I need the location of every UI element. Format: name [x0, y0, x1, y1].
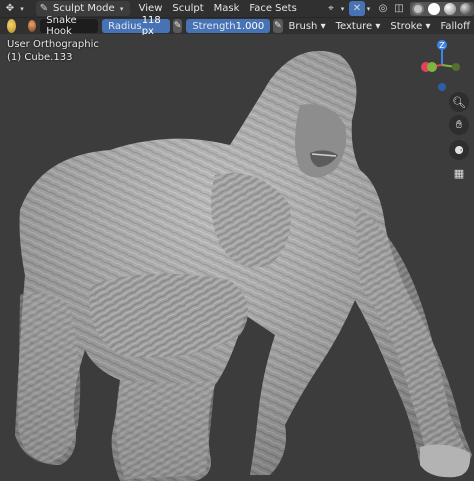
- radius-slider[interactable]: Radius 118 px: [102, 15, 170, 37]
- wireframe-shading-icon[interactable]: [412, 2, 424, 15]
- chevron-down-icon: ▾: [119, 4, 124, 13]
- strength-label: Strength: [192, 20, 236, 32]
- radius-label: Radius: [108, 20, 142, 32]
- strength-slider[interactable]: Strength 1.000: [186, 19, 271, 33]
- gizmo-neg-y-ball[interactable]: [427, 62, 437, 72]
- grid-toggle-icon[interactable]: ▦: [449, 163, 469, 183]
- gizmo-z-label: Z: [439, 41, 445, 50]
- camera-icon[interactable]: ⚈: [449, 140, 469, 160]
- mode-selector[interactable]: ✎ Sculpt Mode ▾: [36, 1, 130, 16]
- rendered-shading-icon[interactable]: [460, 2, 472, 15]
- navigation-gizmo[interactable]: Z: [414, 37, 470, 93]
- menu-mask[interactable]: Mask: [209, 3, 245, 14]
- object-interaction-icon[interactable]: ⌖: [323, 1, 339, 16]
- 3d-viewport[interactable]: User Orthographic (1) Cube.133 Z 🔍︎ ✋︎ ⚈…: [0, 35, 474, 481]
- gizmo-y-ball[interactable]: [452, 63, 460, 71]
- pen-pressure-icon[interactable]: ✎: [273, 19, 283, 33]
- brush-menu[interactable]: Brush ▾: [283, 21, 330, 32]
- material-shading-icon[interactable]: [444, 2, 456, 15]
- menu-view[interactable]: View: [134, 3, 168, 14]
- pan-hand-icon[interactable]: ✋︎: [449, 115, 469, 135]
- active-tool-icon[interactable]: [7, 19, 17, 33]
- shading-modes: [410, 1, 474, 16]
- overlay-icon[interactable]: ◎: [375, 1, 391, 16]
- chevron-down-icon[interactable]: ▾: [365, 1, 372, 16]
- texture-menu-label: Texture: [335, 20, 373, 32]
- editor-type-icon[interactable]: ✥: [2, 1, 18, 16]
- solid-shading-icon[interactable]: [428, 2, 440, 15]
- zoom-icon[interactable]: 🔍︎: [449, 92, 469, 112]
- brush-name: Snake Hook: [46, 15, 77, 37]
- stroke-menu[interactable]: Stroke ▾: [384, 21, 434, 32]
- view-name-label: User Orthographic: [7, 39, 99, 50]
- mode-label: Sculpt Mode: [53, 3, 115, 14]
- active-object-label: (1) Cube.133: [7, 52, 73, 63]
- brush-name-field[interactable]: Snake Hook: [40, 15, 99, 37]
- brush-menu-label: Brush: [288, 20, 318, 32]
- falloff-menu[interactable]: Falloff: [434, 21, 474, 32]
- strength-value: 1.000: [235, 20, 265, 32]
- xray-icon[interactable]: ◫: [391, 1, 407, 16]
- brush-preview-icon[interactable]: [28, 20, 37, 32]
- falloff-menu-label: Falloff: [440, 20, 471, 32]
- stroke-menu-label: Stroke: [390, 20, 423, 32]
- symmetry-icon[interactable]: ✕: [349, 1, 365, 16]
- menu-sculpt[interactable]: Sculpt: [167, 3, 208, 14]
- texture-menu[interactable]: Texture ▾: [330, 21, 385, 32]
- sculpted-gorilla-model: [15, 50, 472, 481]
- tool-settings-bar: Snake Hook Radius 118 px ✎ Strength 1.00…: [0, 15, 474, 37]
- radius-value: 118 px: [141, 15, 161, 37]
- chevron-down-icon[interactable]: ▾: [18, 1, 26, 16]
- pen-pressure-icon[interactable]: ✎: [173, 19, 183, 33]
- chevron-down-icon[interactable]: ▾: [339, 1, 346, 16]
- sculpt-brush-icon: ✎: [39, 3, 49, 14]
- gizmo-neg-z-ball[interactable]: [438, 83, 446, 91]
- menu-face-sets[interactable]: Face Sets: [244, 3, 301, 14]
